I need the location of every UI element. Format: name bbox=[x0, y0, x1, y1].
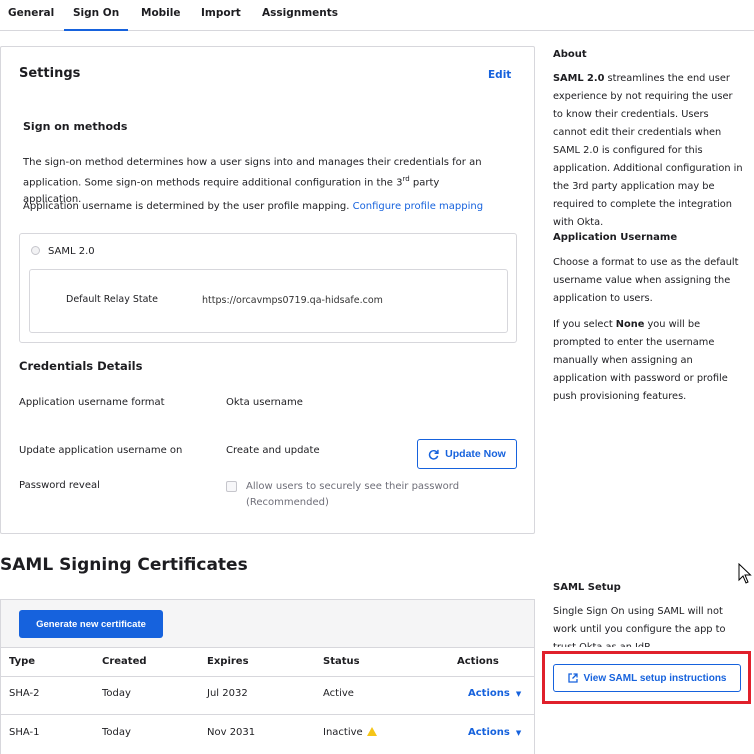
username-format-label: Application username format bbox=[19, 397, 165, 408]
sign-on-methods-heading: Sign on methods bbox=[23, 120, 128, 133]
chevron-down-icon: ▼ bbox=[515, 690, 522, 698]
certificates-table: Generate new certificate Type Created Ex… bbox=[0, 599, 535, 754]
username-format-value: Okta username bbox=[226, 397, 303, 408]
table-divider bbox=[1, 676, 534, 677]
password-reveal-checkbox-label: Allow users to securely see their passwo… bbox=[246, 481, 460, 508]
signing-certificates-heading: SAML Signing Certificates bbox=[0, 555, 248, 575]
column-header-created: Created bbox=[102, 656, 147, 667]
about-description-text: streamlines the end user experience by n… bbox=[553, 73, 743, 228]
table-divider bbox=[1, 714, 534, 715]
actions-dropdown[interactable]: Actions ▼ bbox=[468, 688, 521, 699]
chevron-down-icon: ▼ bbox=[515, 729, 522, 737]
actions-dropdown[interactable]: Actions ▼ bbox=[468, 727, 521, 738]
update-username-value: Create and update bbox=[226, 445, 320, 456]
saml-setup-heading: SAML Setup bbox=[553, 582, 621, 593]
saml-setup-description: Single Sign On using SAML will not work … bbox=[553, 606, 726, 647]
actions-label: Actions bbox=[468, 688, 510, 699]
tab-bar: General Sign On Mobile Import Assignment… bbox=[0, 0, 754, 31]
tab-sign-on[interactable]: Sign On bbox=[63, 7, 129, 31]
edit-link[interactable]: Edit bbox=[488, 69, 511, 81]
tab-general[interactable]: General bbox=[8, 7, 54, 19]
relay-state-label: Default Relay State bbox=[66, 294, 158, 305]
generate-certificate-button[interactable]: Generate new certificate bbox=[19, 610, 163, 638]
cert-type: SHA-1 bbox=[9, 727, 40, 738]
actions-label: Actions bbox=[468, 727, 510, 738]
refresh-icon bbox=[428, 449, 439, 460]
about-description: SAML 2.0 streamlines the end user experi… bbox=[553, 70, 745, 232]
cert-created: Today bbox=[102, 688, 131, 699]
sign-on-description-sup: rd bbox=[402, 175, 410, 183]
column-header-status: Status bbox=[323, 656, 360, 667]
about-heading: About bbox=[553, 49, 587, 60]
none-option-text-a: If you select bbox=[553, 319, 616, 330]
cert-expires: Jul 2032 bbox=[207, 688, 248, 699]
certificates-toolbar: Generate new certificate bbox=[1, 600, 534, 648]
password-reveal-checkbox[interactable] bbox=[226, 481, 237, 492]
view-saml-setup-button[interactable]: View SAML setup instructions bbox=[553, 664, 741, 692]
update-now-label: Update Now bbox=[445, 448, 506, 460]
saml-method-box: SAML 2.0 Default Relay State https://orc… bbox=[19, 233, 517, 343]
application-username-description: Choose a format to use as the default us… bbox=[553, 257, 739, 304]
saml-radio[interactable] bbox=[31, 246, 40, 255]
view-saml-setup-label: View SAML setup instructions bbox=[583, 672, 727, 684]
warning-icon bbox=[366, 727, 377, 736]
relay-state-value: https://orcavmps0719.qa-hidsafe.com bbox=[202, 295, 383, 306]
tab-assignments[interactable]: Assignments bbox=[262, 7, 338, 19]
saml-radio-label: SAML 2.0 bbox=[48, 246, 95, 257]
none-option-description: If you select None you will be prompted … bbox=[553, 316, 745, 406]
mouse-pointer-icon bbox=[738, 563, 752, 584]
relay-state-box: Default Relay State https://orcavmps0719… bbox=[29, 269, 508, 333]
application-username-heading: Application Username bbox=[553, 232, 678, 243]
column-header-actions: Actions bbox=[457, 656, 499, 667]
cert-status: Active bbox=[323, 688, 354, 699]
settings-card: Settings Edit Sign on methods The sign-o… bbox=[0, 46, 535, 534]
about-saml-bold: SAML 2.0 bbox=[553, 73, 605, 84]
cert-status: Inactive bbox=[323, 727, 377, 738]
tab-mobile[interactable]: Mobile bbox=[141, 7, 181, 19]
none-option-bold: None bbox=[615, 319, 645, 330]
cert-created: Today bbox=[102, 727, 131, 738]
username-mapping-text: Application username is determined by th… bbox=[23, 198, 493, 215]
update-now-button[interactable]: Update Now bbox=[417, 439, 517, 469]
configure-profile-mapping-link[interactable]: Configure profile mapping bbox=[353, 201, 483, 212]
column-header-expires: Expires bbox=[207, 656, 249, 667]
none-option-text-b: you will be prompted to enter the userna… bbox=[553, 319, 728, 402]
cert-type: SHA-2 bbox=[9, 688, 40, 699]
column-header-type: Type bbox=[9, 656, 36, 667]
username-mapping-label: Application username is determined by th… bbox=[23, 201, 353, 212]
update-username-label: Update application username on bbox=[19, 445, 183, 456]
cert-status-text: Inactive bbox=[323, 727, 363, 738]
tab-import[interactable]: Import bbox=[201, 7, 241, 19]
external-link-icon bbox=[567, 673, 578, 683]
password-reveal-label: Password reveal bbox=[19, 480, 100, 491]
settings-header: Settings Edit bbox=[1, 47, 534, 107]
settings-title: Settings bbox=[19, 66, 81, 81]
cert-expires: Nov 2031 bbox=[207, 727, 256, 738]
credentials-heading: Credentials Details bbox=[19, 359, 143, 373]
